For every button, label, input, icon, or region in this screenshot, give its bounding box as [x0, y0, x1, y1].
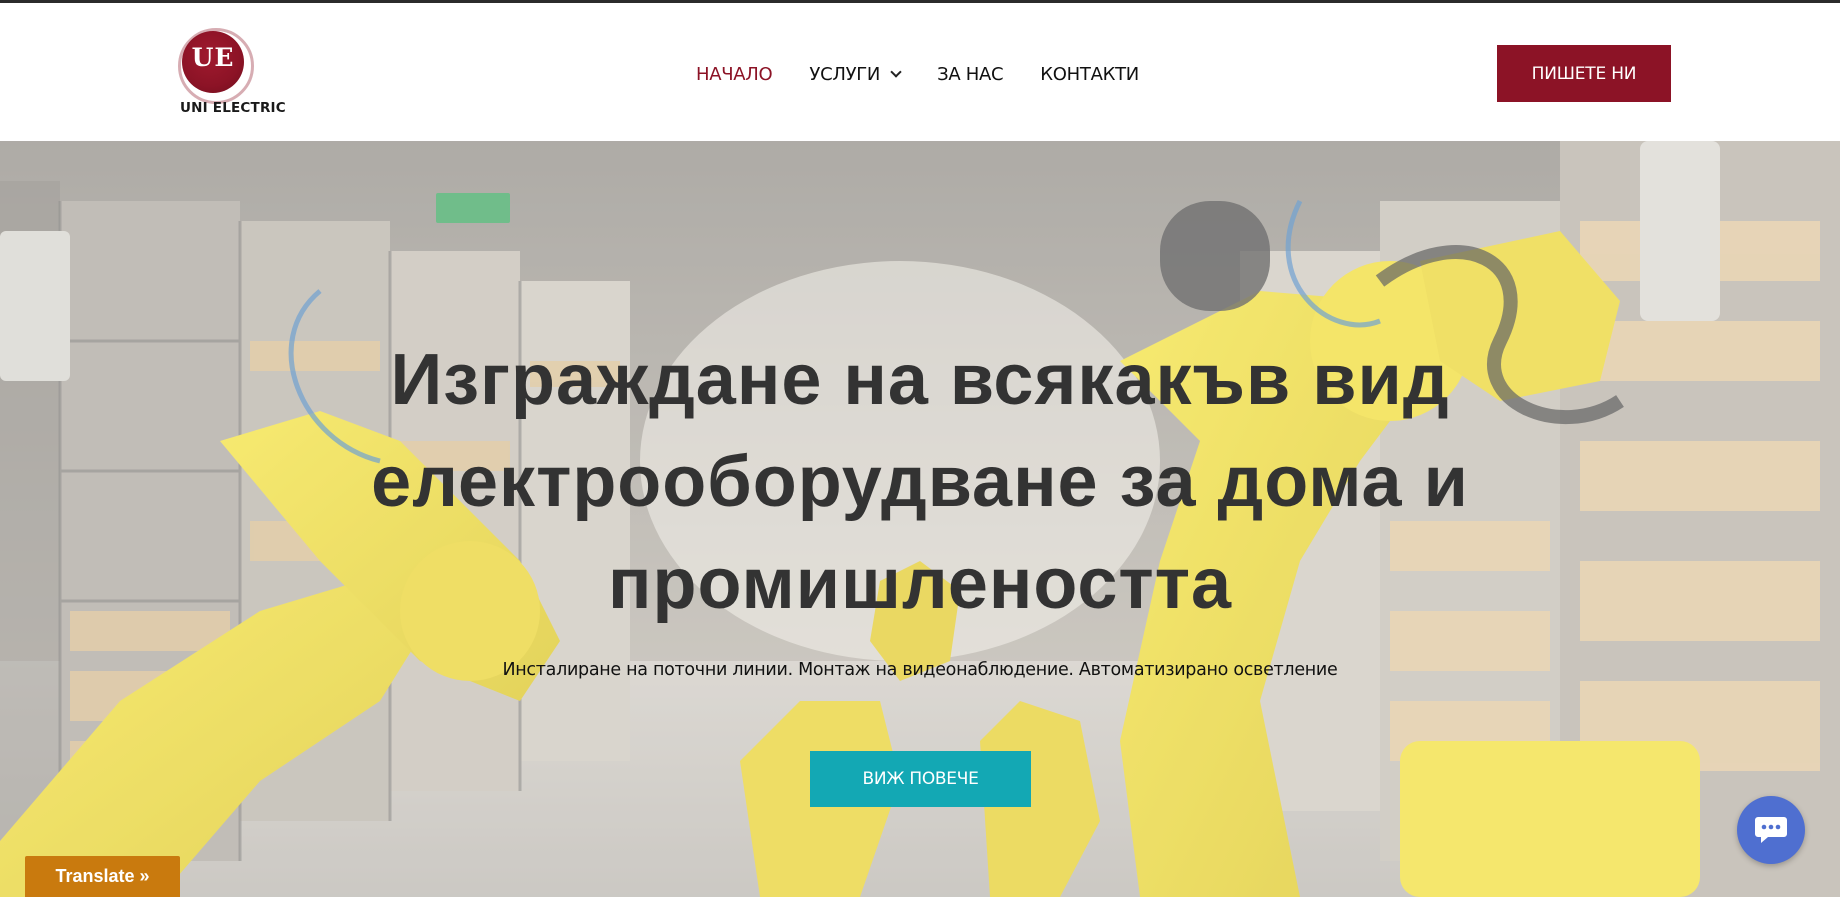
logo[interactable]: UE UNI ELECTRIC [178, 28, 286, 119]
translate-button[interactable]: Translate » [25, 856, 180, 897]
hero-title-line: промишлеността [608, 544, 1232, 624]
chevron-down-icon [890, 65, 902, 78]
nav-item-home[interactable]: НАЧАЛО [696, 63, 773, 85]
chat-button[interactable] [1737, 796, 1805, 864]
see-more-button[interactable]: ВИЖ ПОВЕЧЕ [810, 751, 1031, 807]
nav-item-contacts[interactable]: КОНТАКТИ [1040, 64, 1139, 85]
main-nav: НАЧАЛО УСЛУГИ ЗА НАС КОНТАКТИ [696, 59, 1139, 89]
chat-icon [1755, 817, 1787, 843]
write-us-button[interactable]: ПИШЕТЕ НИ [1497, 45, 1671, 102]
nav-item-label: ЗА НАС [937, 63, 1004, 85]
logo-initials: UE [191, 43, 235, 72]
nav-item-about[interactable]: ЗА НАС [937, 63, 1004, 85]
nav-item-label: КОНТАКТИ [1040, 63, 1139, 85]
site-header: UE UNI ELECTRIC НАЧАЛО УСЛУГИ ЗА НАС КОН… [0, 3, 1840, 141]
nav-item-label: УСЛУГИ [809, 63, 881, 85]
logo-name: UNI ELECTRIC [180, 100, 286, 116]
hero-title-line: Изграждане на всякакъв вид [390, 340, 1450, 420]
hero-title: Изграждане на всякакъв вид електрооборуд… [320, 329, 1520, 635]
hero-subtitle: Инсталиране на поточни линии. Монтаж на … [502, 660, 1338, 680]
hero-title-line: електрооборудване за дома и [371, 442, 1469, 522]
nav-item-label: НАЧАЛО [696, 63, 773, 85]
nav-item-services[interactable]: УСЛУГИ [809, 63, 902, 85]
hero-section: Изграждане на всякакъв вид електрооборуд… [0, 141, 1840, 897]
